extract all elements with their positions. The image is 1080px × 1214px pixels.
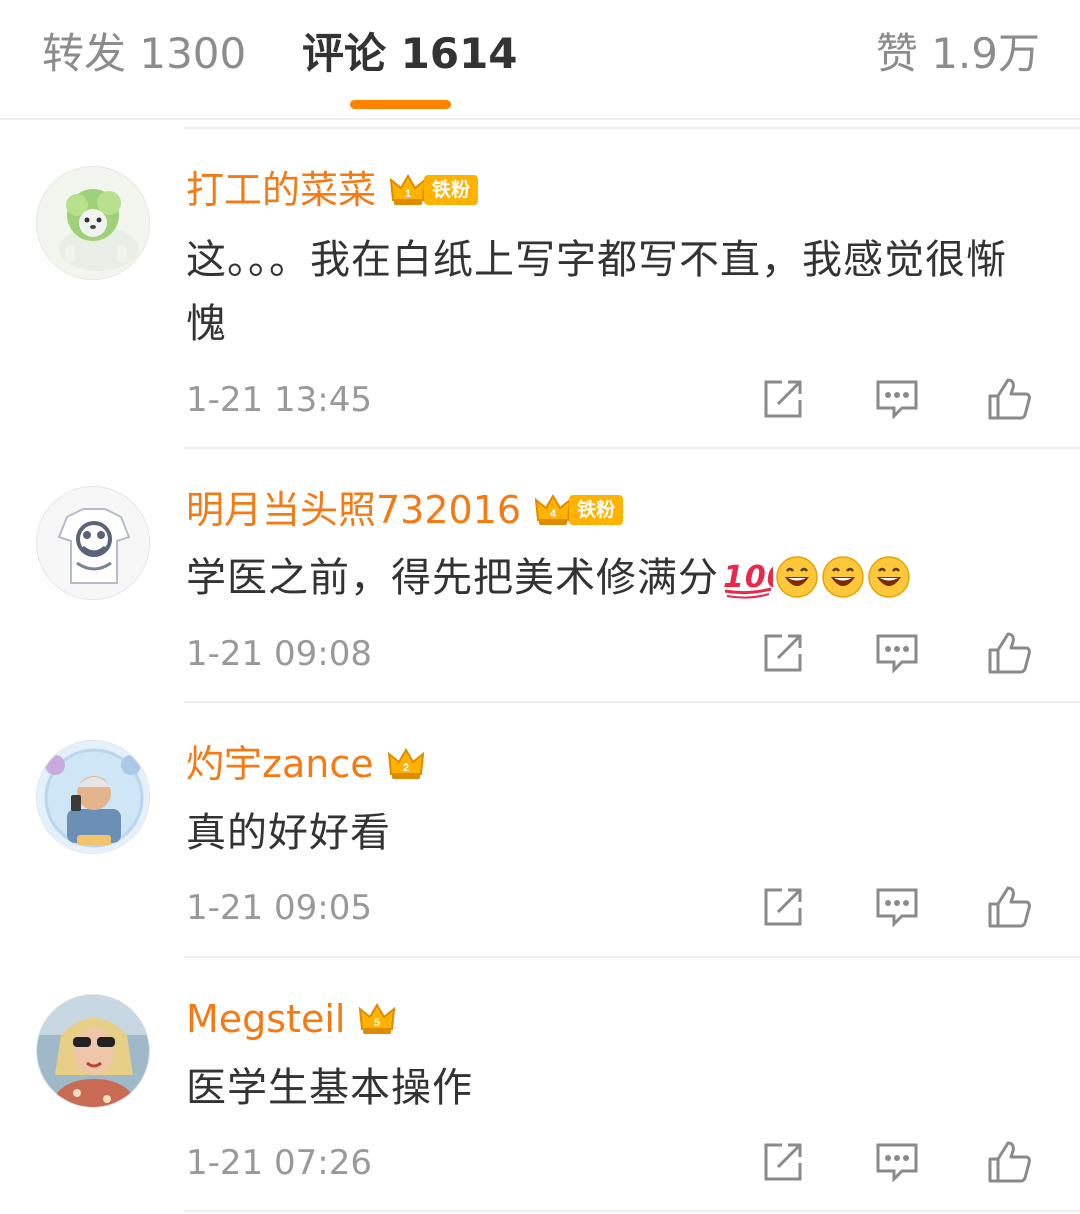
crown-icon: 4 [534,494,572,525]
tab-reposts[interactable]: 转发 1300 [42,26,246,82]
tab-comments[interactable]: 评论 1614 [302,26,518,82]
fan-badge-label: 铁粉 [569,495,624,525]
repost-button[interactable] [760,376,806,422]
laughing-face-icon [775,554,819,618]
comment-time: 1-21 07:26 [186,1143,372,1183]
svg-text:1: 1 [405,188,411,200]
laughing-face-icon [821,554,865,618]
reply-button[interactable] [874,630,920,676]
hundred-points-icon: 100 [721,554,788,618]
username[interactable]: 灼宇zance [186,736,374,792]
avatar[interactable] [36,166,150,280]
repost-button[interactable] [760,884,806,930]
comment-divider [184,956,1080,958]
repost-button[interactable] [760,630,806,676]
comment-divider [184,447,1080,449]
comment-header: Megsteil 5 [186,991,397,1047]
laughing-face-icon [867,554,911,618]
avatar[interactable] [36,740,150,854]
repost-icon [764,1143,802,1181]
reply-icon [876,888,918,928]
comment-text: 真的好好看 [186,810,391,856]
comment-header: 灼宇zance 2 [186,736,426,792]
comment-header: 明月当头照732016 4 铁粉 [186,482,624,538]
like-icon [988,378,1031,420]
fan-badge[interactable]: 1 铁粉 [388,170,479,210]
svg-text:2: 2 [403,762,409,774]
list-top-divider [184,127,1080,129]
fan-badge[interactable]: 4 铁粉 [533,490,624,530]
like-button[interactable] [986,1139,1032,1185]
username[interactable]: 明月当头照732016 [186,482,521,538]
repost-icon [764,380,802,418]
like-icon [988,1141,1031,1183]
avatar[interactable] [36,486,150,600]
like-button[interactable] [986,376,1032,422]
tab-likes[interactable]: 赞 1.9万 [876,26,1040,82]
avatar[interactable] [36,994,150,1108]
repost-button[interactable] [760,1139,806,1185]
comment-text: 这。。。我在白纸上写字都写不直，我感觉很惭愧 [186,237,1007,347]
like-icon [988,886,1031,928]
repost-icon [764,888,802,926]
reply-icon [876,1143,918,1183]
comment-header: 打工的菜菜 1 铁粉 [186,162,479,218]
comment-divider [184,1210,1080,1212]
svg-text:4: 4 [550,508,557,520]
comment-text: 医学生基本操作 [186,1065,473,1111]
comment-time: 1-21 13:45 [186,380,372,420]
repost-icon [764,634,802,672]
reply-button[interactable] [874,1139,920,1185]
username[interactable]: Megsteil [186,991,345,1047]
crown-icon: 1 [389,174,427,205]
comment-divider [184,701,1080,703]
fan-badge[interactable]: 2 [386,744,426,784]
comment-tab-bar: 转发 1300 评论 1614 赞 1.9万 [0,0,1080,120]
crown-icon: 2 [387,748,424,779]
comment-time: 1-21 09:08 [186,634,372,674]
comment-text: 学医之前，得先把美术修满分100 [186,546,1040,618]
reply-icon [876,634,918,674]
like-button[interactable] [986,884,1032,930]
username[interactable]: 打工的菜菜 [186,162,376,218]
comment-time: 1-21 09:05 [186,888,372,928]
svg-text:5: 5 [374,1017,380,1029]
crown-icon: 5 [359,1003,396,1034]
fan-badge-label: 铁粉 [424,175,479,205]
reply-button[interactable] [874,884,920,930]
like-icon [988,632,1031,674]
like-button[interactable] [986,630,1032,676]
reply-icon [876,380,918,420]
comment-text-body: 学医之前，得先把美术修满分 [186,555,719,601]
reply-button[interactable] [874,376,920,422]
fan-badge[interactable]: 5 [357,999,397,1039]
active-tab-indicator [350,100,451,109]
